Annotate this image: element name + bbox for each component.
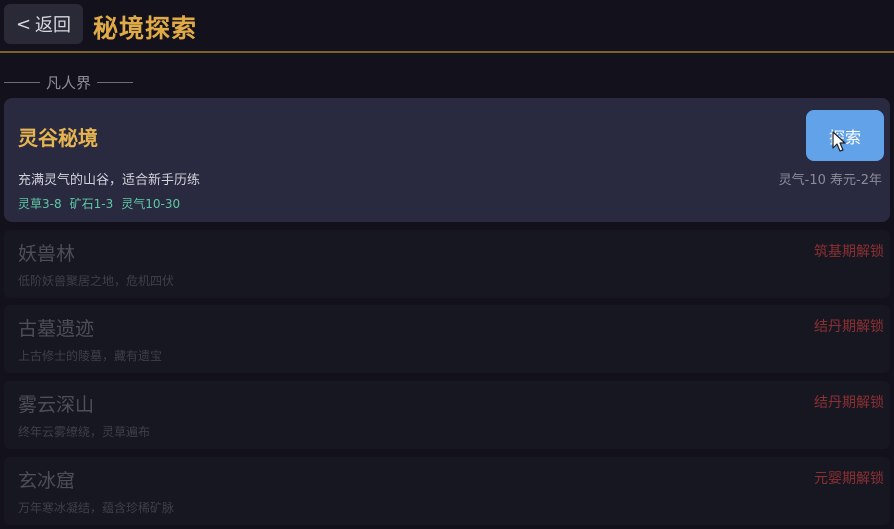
mouse-cursor-icon <box>832 131 846 152</box>
explore-button[interactable]: 探索 <box>806 110 884 161</box>
locked-realm-name: 妖兽林 <box>18 243 76 265</box>
reward-qi: 灵气10-30 <box>121 197 181 211</box>
header: < 返回 秘境探索 <box>0 0 894 53</box>
chevron-left-icon: < <box>15 13 32 35</box>
unlock-requirement: 结丹期解锁 <box>814 395 884 411</box>
divider-left <box>4 81 40 83</box>
locked-realm-description: 低阶妖兽聚居之地，危机四伏 <box>18 274 175 288</box>
locked-realm-name: 雾云深山 <box>18 394 95 416</box>
section-title: 凡人界 <box>46 73 92 92</box>
unlock-requirement: 结丹期解锁 <box>814 319 884 335</box>
unlock-requirement: 元婴期解锁 <box>814 471 884 487</box>
realm-card-available: 灵谷秘境 充满灵气的山谷，适合新手历练 灵草3-8 矿石1-3 灵气10-30 … <box>4 98 890 222</box>
realm-card-locked: 妖兽林 低阶妖兽聚居之地，危机四伏 筑基期解锁 <box>4 230 890 298</box>
divider-right <box>97 81 134 83</box>
reward-herb: 灵草3-8 <box>18 197 62 211</box>
page-title: 秘境探索 <box>93 14 198 43</box>
locked-realm-description: 上古修士的陵墓，藏有遗宝 <box>18 349 163 363</box>
realm-cost: 灵气-10 寿元-2年 <box>778 173 882 188</box>
realm-description: 充满灵气的山谷，适合新手历练 <box>18 173 201 188</box>
realm-card-locked: 雾云深山 终年云雾缭绕，灵草遍布 结丹期解锁 <box>4 381 890 449</box>
locked-realm-description: 终年云雾缭绕，灵草遍布 <box>18 425 151 439</box>
back-label: 返回 <box>35 15 72 36</box>
locked-realm-description: 万年寒冰凝结，蕴含珍稀矿脉 <box>18 501 175 515</box>
reward-ore: 矿石1-3 <box>69 197 114 211</box>
realm-rewards: 灵草3-8 矿石1-3 灵气10-30 <box>18 195 180 212</box>
realm-name: 灵谷秘境 <box>18 126 98 150</box>
realm-card-locked: 古墓遗迹 上古修士的陵墓，藏有遗宝 结丹期解锁 <box>4 305 890 373</box>
back-button[interactable]: < 返回 <box>4 4 83 44</box>
section-header: 凡人界 <box>4 72 134 92</box>
locked-realm-name: 玄冰窟 <box>18 470 76 492</box>
locked-realm-name: 古墓遗迹 <box>18 318 95 340</box>
unlock-requirement: 筑基期解锁 <box>814 244 884 260</box>
realm-card-locked: 玄冰窟 万年寒冰凝结，蕴含珍稀矿脉 元婴期解锁 <box>4 457 890 525</box>
